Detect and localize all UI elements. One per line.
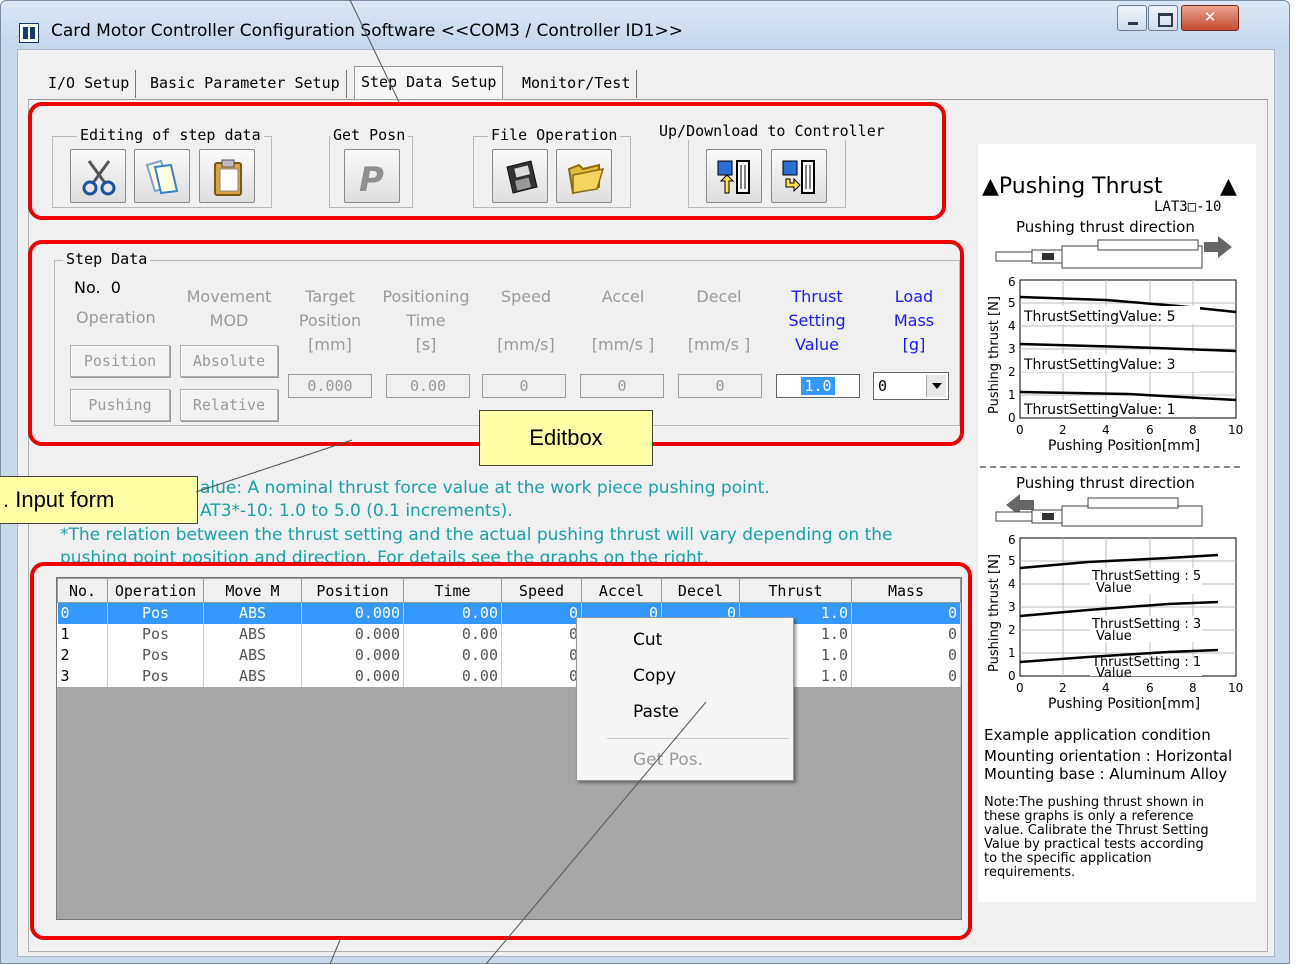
screenshot-stage: Card Motor Controller Configuration Soft… (0, 0, 1301, 964)
annotation-leader-lines (195, 0, 707, 964)
